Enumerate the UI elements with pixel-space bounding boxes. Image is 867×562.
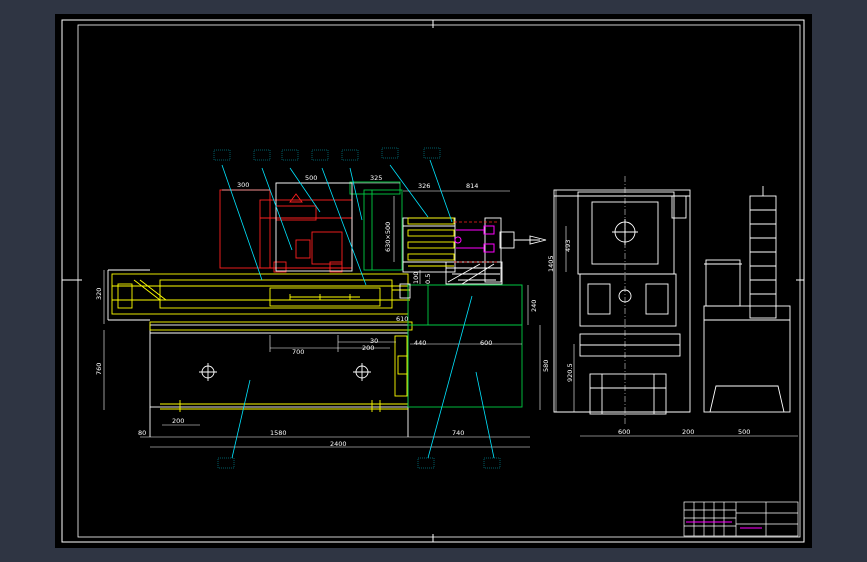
dim-center-6: 600 bbox=[480, 339, 492, 347]
dim-left-1: 320 bbox=[95, 288, 103, 300]
dim-top-2: 500 bbox=[305, 174, 317, 182]
dim-middle-vertical-2: 0.5 bbox=[424, 274, 432, 284]
dim-bottom-5: 740 bbox=[452, 429, 464, 437]
dim-side-bottom-3: 500 bbox=[738, 428, 750, 436]
cad-drawing: 300 500 325 326 814 320 760 610 700 200 … bbox=[55, 14, 812, 548]
dim-right-vertical-2: 580 bbox=[542, 360, 550, 372]
dim-side-bottom-2: 200 bbox=[682, 428, 694, 436]
dim-center-4: 30 bbox=[370, 337, 378, 345]
dim-center-5: 440 bbox=[414, 339, 426, 347]
dim-bottom-4: 2400 bbox=[330, 440, 347, 448]
dim-side-1: 1405 bbox=[547, 255, 555, 272]
dim-top-4: 326 bbox=[418, 182, 430, 190]
dim-side-2: 493 bbox=[564, 240, 572, 252]
dim-side-bottom-1: 600 bbox=[618, 428, 630, 436]
dim-center-1: 610 bbox=[396, 315, 408, 323]
dim-middle-vertical-3: 630×500 bbox=[384, 222, 392, 252]
dim-center-2: 700 bbox=[292, 348, 304, 356]
dim-center-3: 200 bbox=[362, 344, 374, 352]
dim-side-3: 920.5 bbox=[566, 363, 574, 382]
dim-bottom-3: 1580 bbox=[270, 429, 287, 437]
dim-middle-vertical-1: 100 bbox=[412, 272, 420, 284]
dim-left-2: 760 bbox=[95, 363, 103, 375]
dim-bottom-1: 80 bbox=[138, 429, 146, 437]
dim-top-5: 814 bbox=[466, 182, 478, 190]
dim-top-1: 300 bbox=[237, 181, 249, 189]
dim-top-3: 325 bbox=[370, 174, 382, 182]
dim-right-vertical-1: 240 bbox=[530, 300, 538, 312]
dim-bottom-2: 200 bbox=[172, 417, 184, 425]
